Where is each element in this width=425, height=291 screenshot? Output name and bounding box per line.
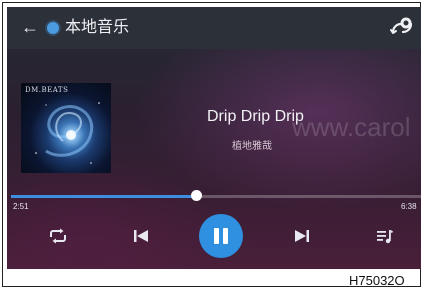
total-time: 6:38: [401, 202, 417, 211]
music-player-screen: ← 本地音乐 DM.BEATS www.carol Drip Drip Drip…: [7, 7, 421, 269]
artist-name: 植地雅哉: [232, 141, 272, 152]
figure-frame: ← 本地音乐 DM.BEATS www.carol Drip Drip Drip…: [2, 2, 421, 288]
album-art-label: DM.BEATS: [25, 86, 69, 94]
playlist-icon[interactable]: [376, 227, 394, 245]
song-title: Drip Drip Drip: [207, 108, 304, 125]
watermark: www.carol: [292, 112, 411, 142]
progress-thumb[interactable]: [190, 190, 202, 201]
album-art: DM.BEATS: [21, 83, 111, 173]
skip-next-icon[interactable]: [294, 228, 310, 244]
figure-caption: H75032O: [349, 273, 405, 288]
galaxy-image: [35, 102, 100, 164]
pause-icon: [223, 228, 228, 244]
progress-fill: [11, 195, 196, 198]
page-title: 本地音乐: [65, 19, 130, 36]
pause-icon: [214, 228, 219, 244]
pause-button[interactable]: [199, 214, 243, 258]
cast-icon[interactable]: [389, 16, 415, 40]
header-bar: ← 本地音乐: [7, 7, 421, 49]
skip-previous-icon[interactable]: [133, 228, 149, 244]
arrow-left-icon[interactable]: ←: [21, 17, 39, 37]
elapsed-time: 2:51: [13, 202, 29, 211]
progress-track[interactable]: [11, 195, 421, 198]
repeat-icon[interactable]: [48, 228, 68, 244]
local-music-dot-icon: [47, 22, 59, 34]
